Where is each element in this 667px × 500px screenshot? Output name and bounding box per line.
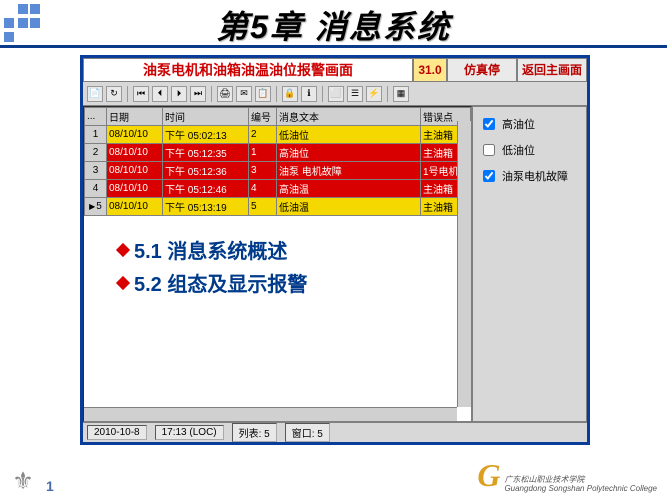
header-value: 31.0 bbox=[413, 58, 447, 82]
col-time[interactable]: 时间 bbox=[163, 108, 249, 126]
footer-logo: G 广东松山职业技术学院 Guangdong Songshan Polytech… bbox=[477, 457, 657, 494]
tool-icon-13[interactable]: ☰ bbox=[347, 86, 363, 102]
tool-icon-12[interactable]: ⬜ bbox=[328, 86, 344, 102]
section-links-overlay: 5.1 消息系统概述 5.2 组态及显示报警 bbox=[114, 227, 311, 305]
checkbox-high-level[interactable]: 高油位 bbox=[479, 115, 580, 133]
alarm-grid-container: ... 日期 时间 编号 消息文本 错误点 108/10/10下午 05:02:… bbox=[83, 106, 472, 422]
section-link-2[interactable]: 5.2 组态及显示报警 bbox=[118, 268, 307, 297]
app-body: ... 日期 时间 编号 消息文本 错误点 108/10/10下午 05:02:… bbox=[83, 106, 587, 422]
tool-icon-3[interactable]: ⏮ bbox=[133, 86, 149, 102]
checkbox-label-1: 高油位 bbox=[502, 116, 535, 132]
page-number: 1 bbox=[46, 478, 54, 494]
tool-icon-9[interactable]: 📋 bbox=[255, 86, 271, 102]
table-row[interactable]: 408/10/10下午 05:12:464高油温主油箱 bbox=[85, 180, 471, 198]
table-row[interactable]: 108/10/10下午 05:02:132低油位主油箱 bbox=[85, 126, 471, 144]
tool-icon-1[interactable]: 📄 bbox=[87, 86, 103, 102]
status-window: 窗口: 5 bbox=[285, 423, 330, 442]
toolbar: 📄 ↻ ⏮ ⏴ ⏵ ⏭ 🖨 ✉ 📋 🔒 ℹ ⬜ ☰ ⚡ ▦ bbox=[83, 82, 587, 106]
slide: 第5章 消息系统 油泵电机和油箱油温油位报警画面 31.0 仿真停 返回主画面 … bbox=[0, 0, 667, 500]
col-rownum[interactable]: ... bbox=[85, 108, 107, 126]
status-list: 列表: 5 bbox=[232, 423, 277, 442]
tool-icon-5[interactable]: ⏵ bbox=[171, 86, 187, 102]
tool-icon-14[interactable]: ⚡ bbox=[366, 86, 382, 102]
alarm-grid: ... 日期 时间 编号 消息文本 错误点 108/10/10下午 05:02:… bbox=[84, 107, 471, 216]
checkbox-input-1[interactable] bbox=[483, 118, 495, 130]
status-bar: 2010-10-8 17:13 (LOC) 列表: 5 窗口: 5 bbox=[83, 422, 587, 442]
grid-header-row: ... 日期 时间 编号 消息文本 错误点 bbox=[85, 108, 471, 126]
checkbox-label-3: 油泵电机故障 bbox=[502, 168, 568, 184]
vertical-scrollbar[interactable] bbox=[457, 121, 471, 407]
checkbox-input-2[interactable] bbox=[483, 144, 495, 156]
section-link-2-text: 5.2 组态及显示报警 bbox=[134, 268, 307, 297]
app-header: 油泵电机和油箱油温油位报警画面 31.0 仿真停 返回主画面 bbox=[83, 58, 587, 82]
col-no[interactable]: 编号 bbox=[249, 108, 277, 126]
section-link-1[interactable]: 5.1 消息系统概述 bbox=[118, 235, 307, 264]
sim-stop-button[interactable]: 仿真停 bbox=[447, 58, 517, 82]
title-underline bbox=[0, 45, 667, 48]
diamond-icon bbox=[116, 242, 130, 256]
table-row[interactable]: 508/10/10下午 05:13:195低油温主油箱 bbox=[85, 198, 471, 216]
col-text[interactable]: 消息文本 bbox=[277, 108, 421, 126]
logo-glyph: G bbox=[477, 457, 500, 494]
slide-title: 第5章 消息系统 bbox=[0, 2, 667, 48]
fleur-de-lis-icon: ⚜ bbox=[8, 466, 38, 496]
checkbox-label-2: 低油位 bbox=[502, 142, 535, 158]
tool-icon-2[interactable]: ↻ bbox=[106, 86, 122, 102]
checkbox-pump-fault[interactable]: 油泵电机故障 bbox=[479, 167, 580, 185]
col-date[interactable]: 日期 bbox=[107, 108, 163, 126]
tool-icon-10[interactable]: 🔒 bbox=[282, 86, 298, 102]
app-title: 油泵电机和油箱油温油位报警画面 bbox=[83, 58, 413, 82]
tool-icon-15[interactable]: ▦ bbox=[393, 86, 409, 102]
app-window: 油泵电机和油箱油温油位报警画面 31.0 仿真停 返回主画面 📄 ↻ ⏮ ⏴ ⏵… bbox=[80, 55, 590, 445]
tool-icon-6[interactable]: ⏭ bbox=[190, 86, 206, 102]
tool-icon-7[interactable]: 🖨 bbox=[217, 86, 233, 102]
checkbox-low-level[interactable]: 低油位 bbox=[479, 141, 580, 159]
table-row[interactable]: 308/10/10下午 05:12:363油泵 电机故障1号电机 bbox=[85, 162, 471, 180]
checkbox-input-3[interactable] bbox=[483, 170, 495, 182]
horizontal-scrollbar[interactable] bbox=[84, 407, 457, 421]
status-date: 2010-10-8 bbox=[87, 425, 147, 440]
section-link-1-text: 5.1 消息系统概述 bbox=[134, 235, 287, 264]
school-name-en: Guangdong Songshan Polytechnic College bbox=[504, 485, 657, 494]
tool-icon-11[interactable]: ℹ bbox=[301, 86, 317, 102]
table-row[interactable]: 208/10/10下午 05:12:351高油位主油箱 bbox=[85, 144, 471, 162]
tool-icon-4[interactable]: ⏴ bbox=[152, 86, 168, 102]
return-main-button[interactable]: 返回主画面 bbox=[517, 58, 587, 82]
side-panel: 高油位 低油位 油泵电机故障 bbox=[472, 106, 587, 422]
diamond-icon bbox=[116, 275, 130, 289]
status-time: 17:13 (LOC) bbox=[155, 425, 224, 440]
tool-icon-8[interactable]: ✉ bbox=[236, 86, 252, 102]
